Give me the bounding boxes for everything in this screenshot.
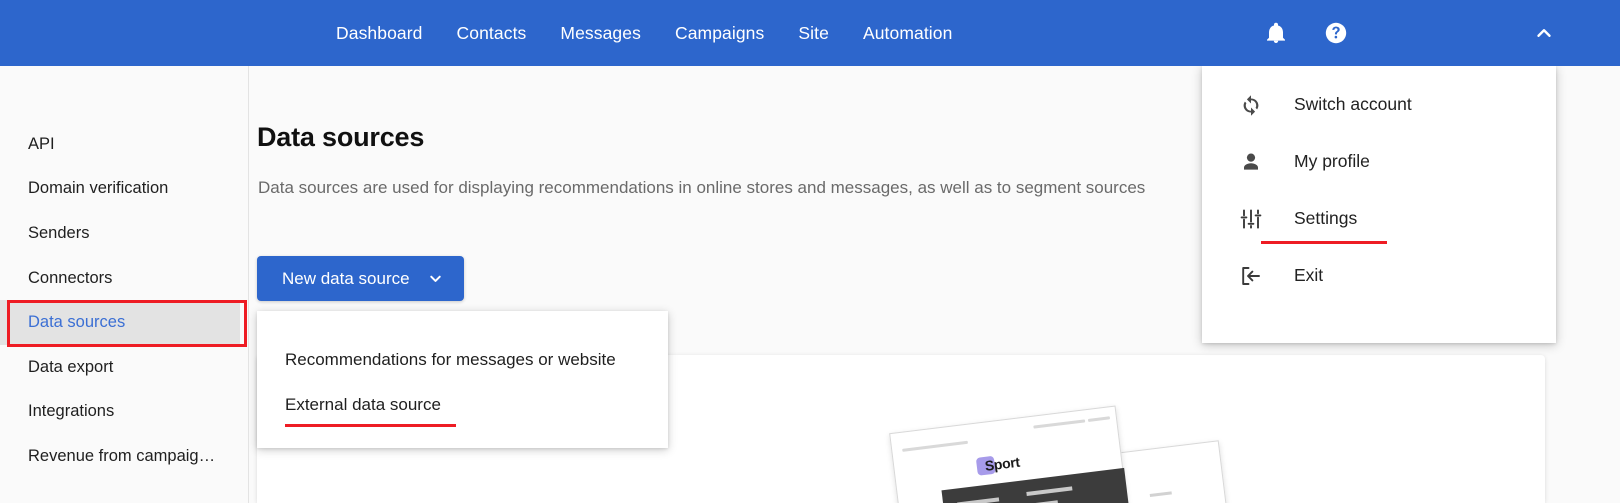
account-menu-label-exit: Exit (1294, 265, 1324, 285)
sport-brand-logo: Sport (975, 453, 1021, 476)
page-title: Data sources (257, 122, 425, 152)
account-menu-item-exit[interactable]: Exit (1202, 247, 1556, 304)
dropdown-item-external-label: External data source (285, 394, 441, 414)
notifications-button[interactable] (1256, 13, 1296, 53)
template-line (1149, 491, 1172, 497)
top-nav-actions (1256, 0, 1620, 66)
logout-icon (1238, 263, 1264, 289)
account-menu-item-switch-account[interactable]: Switch account (1202, 76, 1556, 133)
template-line (1087, 416, 1111, 422)
app-root: Dashboard Contacts Messages Campaigns Si… (0, 0, 1620, 503)
chevron-up-icon (1533, 22, 1555, 44)
top-nav-links: Dashboard Contacts Messages Campaigns Si… (336, 23, 952, 44)
external-data-source-red-underline-annotation (285, 424, 456, 427)
top-navigation-bar: Dashboard Contacts Messages Campaigns Si… (0, 0, 1620, 66)
new-data-source-button[interactable]: New data source (257, 256, 464, 301)
nav-link-automation[interactable]: Automation (863, 23, 953, 44)
new-data-source-label: New data source (282, 268, 410, 288)
nav-link-dashboard[interactable]: Dashboard (336, 23, 423, 44)
page-description: Data sources are used for displaying rec… (258, 178, 1146, 197)
chevron-down-icon (427, 270, 444, 287)
sidebar-item-senders[interactable]: Senders (0, 211, 248, 256)
account-dropdown-menu: Switch account My profile Settings Exit (1202, 66, 1556, 343)
refresh-icon (1238, 92, 1264, 118)
bell-icon (1264, 21, 1288, 45)
sidebar-item-domain-verification[interactable]: Domain verification (0, 167, 248, 212)
sidebar-item-revenue-from-campaigns[interactable]: Revenue from campaig… (0, 434, 248, 479)
sidebar-item-integrations[interactable]: Integrations (0, 390, 248, 435)
account-menu-label-settings: Settings (1294, 208, 1358, 228)
template-line (1026, 486, 1073, 496)
template-line (902, 440, 969, 452)
nav-link-site[interactable]: Site (798, 23, 829, 44)
settings-red-underline-annotation (1261, 241, 1387, 244)
account-menu-label-switch-account: Switch account (1294, 94, 1412, 114)
account-menu-toggle[interactable] (1524, 13, 1564, 53)
sliders-icon (1238, 206, 1264, 232)
nav-link-contacts[interactable]: Contacts (457, 23, 527, 44)
nav-link-messages[interactable]: Messages (560, 23, 641, 44)
help-button[interactable] (1316, 13, 1356, 53)
template-mock-front: Sport (889, 405, 1130, 503)
sport-logo-text: Sport (983, 453, 1021, 474)
sidebar-item-data-sources[interactable]: Data sources (0, 300, 240, 345)
template-dark-banner (941, 467, 1130, 503)
person-icon (1238, 149, 1264, 175)
nav-link-campaigns[interactable]: Campaigns (675, 23, 764, 44)
help-circle-icon (1324, 21, 1348, 45)
account-menu-label-my-profile: My profile (1294, 151, 1370, 171)
template-line (1033, 419, 1086, 429)
template-line (957, 497, 1000, 503)
settings-sidebar: API Domain verification Senders Connecto… (0, 66, 249, 503)
sidebar-item-connectors[interactable]: Connectors (0, 256, 248, 301)
sidebar-item-data-export[interactable]: Data export (0, 345, 248, 390)
dropdown-item-external-data-source[interactable]: External data source (257, 382, 668, 427)
email-template-illustration: Sport (887, 405, 1231, 503)
new-data-source-dropdown: Recommendations for messages or website … (257, 311, 668, 448)
sidebar-item-api[interactable]: API (0, 122, 248, 167)
dropdown-item-recommendations[interactable]: Recommendations for messages or website (257, 337, 668, 382)
account-menu-item-settings[interactable]: Settings (1202, 190, 1556, 247)
account-menu-item-my-profile[interactable]: My profile (1202, 133, 1556, 190)
